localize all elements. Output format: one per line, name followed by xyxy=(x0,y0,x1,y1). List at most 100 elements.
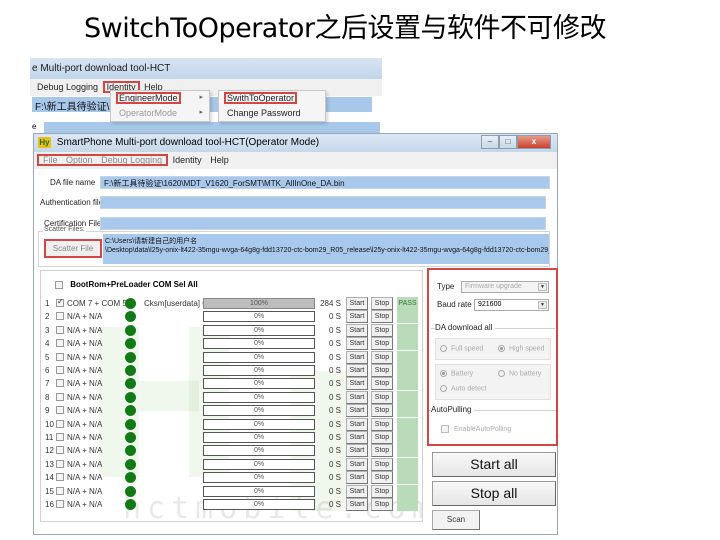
port-checkbox[interactable] xyxy=(56,433,64,441)
port-checkbox[interactable] xyxy=(56,312,64,321)
port-stop-button[interactable]: Stop xyxy=(371,457,393,471)
port-start-button[interactable]: Start xyxy=(346,471,368,485)
port-stop-button[interactable]: Stop xyxy=(371,404,393,418)
port-row: 8 N/A + N/A 0% 0 S Start Stop xyxy=(41,390,422,404)
menu-help[interactable]: Help xyxy=(207,155,232,165)
port-stop-button[interactable]: Stop xyxy=(371,417,393,431)
port-start-button[interactable]: Start xyxy=(346,444,368,458)
radio-auto-detect[interactable]: Auto detect xyxy=(440,385,486,392)
menu-item-engineer-mode[interactable]: EngineerMode ▸ xyxy=(111,91,209,106)
port-start-button[interactable]: Start xyxy=(346,390,368,404)
port-row: 16 N/A + N/A 0% 0 S Start Stop xyxy=(41,498,422,511)
port-checkbox[interactable] xyxy=(56,366,64,374)
auth-file-field[interactable] xyxy=(100,196,546,209)
close-button[interactable]: x xyxy=(517,135,551,149)
cert-file-field[interactable] xyxy=(100,217,546,230)
minimize-button[interactable]: – xyxy=(481,135,499,149)
menu-item-change-password[interactable]: Change Password xyxy=(219,106,325,121)
port-start-button[interactable]: Start xyxy=(346,417,368,431)
port-progress-bar: 0% xyxy=(203,351,315,363)
port-stop-button[interactable]: Stop xyxy=(371,310,393,324)
port-stop-button[interactable]: Stop xyxy=(371,498,393,511)
start-all-button[interactable]: Start all xyxy=(432,452,556,477)
port-row: 2 N/A + N/A 0% 0 S Start Stop xyxy=(41,310,422,324)
baud-rate-value: 921600 xyxy=(478,301,502,308)
port-progress-bar: 0% xyxy=(203,311,315,323)
port-start-button[interactable]: Start xyxy=(346,323,368,337)
port-stop-button[interactable]: Stop xyxy=(371,323,393,337)
port-checkbox[interactable] xyxy=(56,325,64,334)
port-checkbox[interactable] xyxy=(56,446,64,455)
menu-identity[interactable]: Identity xyxy=(170,155,205,165)
port-start-button[interactable]: Start xyxy=(346,337,368,351)
menu-option[interactable]: Option xyxy=(63,155,96,165)
maximize-button[interactable]: □ xyxy=(499,135,517,149)
port-checkbox[interactable] xyxy=(56,297,64,307)
dropdown-arrow-icon: ▼ xyxy=(538,301,547,309)
port-checkbox[interactable] xyxy=(56,352,64,361)
port-start-button[interactable]: Start xyxy=(346,377,368,391)
type-select[interactable]: Firmware upgrade ▼ xyxy=(461,281,549,293)
port-checkbox[interactable] xyxy=(56,339,64,348)
menu-file[interactable]: File xyxy=(40,155,61,165)
port-start-button[interactable]: Start xyxy=(346,350,368,364)
status-led-icon xyxy=(125,485,136,497)
port-elapsed-time: 0 S xyxy=(328,433,341,442)
port-checkbox[interactable] xyxy=(56,419,64,428)
menu-debug-logging[interactable]: Debug Logging xyxy=(34,82,101,92)
menu-item-operator-mode[interactable]: OperatorMode ▸ xyxy=(111,106,209,121)
menu-item-switch-to-operator[interactable]: SwithToOperator xyxy=(219,91,325,106)
port-stop-button[interactable]: Stop xyxy=(371,297,393,310)
port-checkbox[interactable] xyxy=(56,379,64,388)
engineer-mode-label: EngineerMode xyxy=(116,92,181,104)
port-start-button[interactable]: Start xyxy=(346,364,368,377)
port-stop-button[interactable]: Stop xyxy=(371,444,393,458)
scatter-path-line1: C:\Users\请新建自己的用户名 xyxy=(105,238,198,245)
port-progress-bar: 0% xyxy=(203,391,315,403)
port-stop-button[interactable]: Stop xyxy=(371,337,393,351)
port-result-badge xyxy=(397,471,418,485)
port-checkbox[interactable] xyxy=(56,459,64,468)
battery-options: Battery No battery Auto detect xyxy=(435,364,551,400)
port-progress-bar: 0% xyxy=(203,324,315,336)
port-start-button[interactable]: Start xyxy=(346,431,368,444)
port-elapsed-time: 0 S xyxy=(328,379,341,389)
port-stop-button[interactable]: Stop xyxy=(371,471,393,485)
radio-battery[interactable]: Battery xyxy=(440,370,473,377)
scatter-path-field[interactable]: C:\Users\请新建自己的用户名 \Desktop\data\l25y-on… xyxy=(103,234,549,264)
radio-no-battery[interactable]: No battery xyxy=(498,370,541,377)
stop-all-button[interactable]: Stop all xyxy=(432,481,556,506)
port-checkbox[interactable] xyxy=(56,486,64,495)
port-start-button[interactable]: Start xyxy=(346,297,368,310)
scan-button[interactable]: Scan xyxy=(432,510,480,530)
port-row: 6 N/A + N/A 0% 0 S Start Stop xyxy=(41,364,422,377)
port-stop-button[interactable]: Stop xyxy=(371,364,393,377)
port-checkbox[interactable] xyxy=(56,473,64,482)
select-all-checkbox[interactable] xyxy=(55,280,63,289)
port-stop-button[interactable]: Stop xyxy=(371,390,393,404)
scatter-file-button[interactable]: Scatter File xyxy=(44,239,102,258)
port-start-button[interactable]: Start xyxy=(346,457,368,471)
port-start-button[interactable]: Start xyxy=(346,404,368,418)
da-file-field[interactable]: F:\新工具待验证\1620\MDT_V1620_ForSMT\MTK_AllI… xyxy=(100,176,550,189)
port-elapsed-time: 0 S xyxy=(328,446,341,456)
baud-rate-select[interactable]: 921600 ▼ xyxy=(474,299,549,311)
radio-full-speed[interactable]: Full speed xyxy=(440,345,483,352)
auto-detect-label: Auto detect xyxy=(451,385,487,393)
port-start-button[interactable]: Start xyxy=(346,498,368,511)
port-row: 7 N/A + N/A 0% 0 S Start Stop xyxy=(41,377,422,391)
port-start-button[interactable]: Start xyxy=(346,310,368,324)
enable-autopolling-checkbox[interactable]: EnableAutoPolling xyxy=(441,425,511,433)
port-stop-button[interactable]: Stop xyxy=(371,431,393,444)
menu-debug-logging[interactable]: Debug Logging xyxy=(98,155,165,165)
port-checkbox[interactable] xyxy=(56,392,64,401)
port-stop-button[interactable]: Stop xyxy=(371,377,393,391)
radio-high-speed[interactable]: High speed xyxy=(498,345,544,352)
status-led-icon xyxy=(125,324,136,336)
port-checkbox[interactable] xyxy=(56,406,64,415)
port-start-button[interactable]: Start xyxy=(346,484,368,498)
port-result-badge xyxy=(397,431,418,444)
port-checkbox[interactable] xyxy=(56,500,64,508)
port-stop-button[interactable]: Stop xyxy=(371,350,393,364)
port-stop-button[interactable]: Stop xyxy=(371,484,393,498)
